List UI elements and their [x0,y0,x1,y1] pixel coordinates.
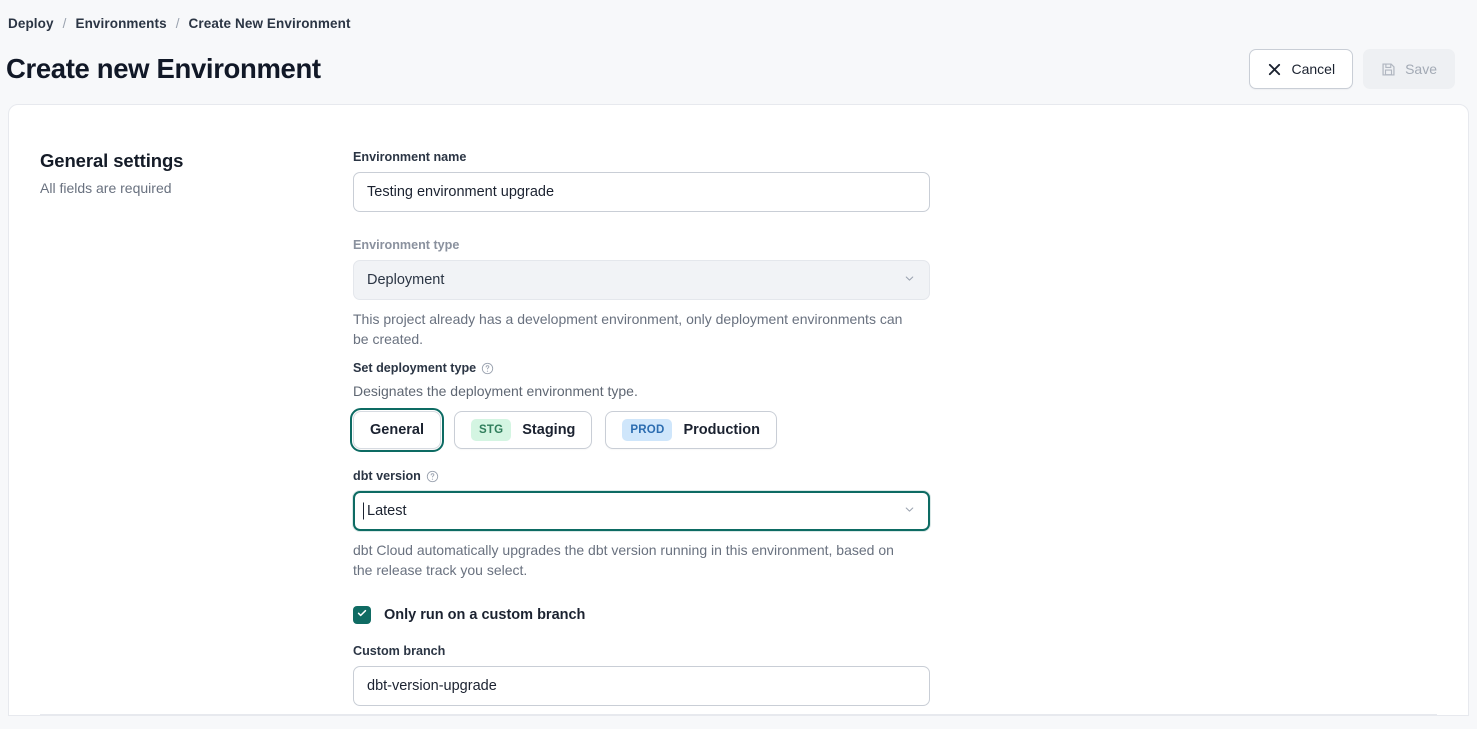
production-badge: PROD [622,419,672,441]
breadcrumb-item-environments[interactable]: Environments [75,15,166,33]
deployment-type-option-general[interactable]: General [353,411,441,449]
save-button[interactable]: Save [1363,49,1455,89]
custom-branch-checkbox[interactable] [353,606,371,624]
custom-branch-checkbox-label[interactable]: Only run on a custom branch [384,607,585,623]
deployment-type-option-production[interactable]: PROD Production [605,411,777,449]
deployment-type-option-staging[interactable]: STG Staging [454,411,592,449]
deployment-type-options: General STG Staging PROD Production [353,411,930,449]
section-title: General settings [40,150,353,172]
environment-type-helper: This project already has a development e… [353,309,913,349]
chevron-down-icon [903,503,916,520]
breadcrumb-separator: / [176,15,180,33]
general-settings-card: General settings All fields are required… [8,104,1469,716]
save-disk-icon [1381,62,1396,77]
checkmark-icon [356,606,368,624]
custom-branch-toggle[interactable]: Only run on a custom branch [353,606,930,624]
environment-type-label: Environment type [353,238,930,252]
dbt-version-value: Latest [367,503,407,519]
breadcrumb-item-current: Create New Environment [189,15,351,33]
cancel-button-label: Cancel [1291,61,1335,77]
dbt-version-label: dbt version [353,469,930,483]
deployment-type-option-production-label: Production [683,422,760,438]
environment-type-value: Deployment [367,272,444,288]
deployment-type-option-general-label: General [370,422,424,438]
field-environment-type: Environment type Deployment This project… [353,238,930,349]
help-circle-icon[interactable] [481,362,494,375]
page-header: Create new Environment Cancel Save [0,33,1477,95]
section-description: General settings All fields are required [9,150,353,706]
custom-branch-input[interactable] [353,666,930,706]
dbt-version-helper: dbt Cloud automatically upgrades the dbt… [353,540,913,580]
dbt-version-label-text: dbt version [353,469,421,483]
help-circle-icon[interactable] [426,470,439,483]
field-custom-branch: Custom branch [353,644,930,706]
dbt-version-select[interactable]: Latest [353,491,930,531]
close-icon [1267,62,1282,77]
breadcrumb: Deploy / Environments / Create New Envir… [0,0,1477,33]
custom-branch-label: Custom branch [353,644,930,658]
card-divider [40,714,1437,715]
environment-type-select[interactable]: Deployment [353,260,930,300]
field-dbt-version: dbt version Latest [353,469,930,580]
environment-name-label: Environment name [353,150,930,164]
general-settings-form: Environment name Environment type Deploy… [353,150,930,706]
section-subtitle: All fields are required [40,180,353,196]
header-actions: Cancel Save [1249,49,1455,89]
deployment-type-option-staging-label: Staging [522,422,575,438]
staging-badge: STG [471,419,511,441]
field-deployment-type: Set deployment type Designates the deplo… [353,361,930,449]
save-button-label: Save [1405,61,1437,77]
deployment-type-label: Set deployment type [353,361,930,375]
breadcrumb-item-deploy[interactable]: Deploy [8,15,54,33]
deployment-type-hint: Designates the deployment environment ty… [353,383,930,399]
breadcrumb-separator: / [63,15,67,33]
page-title: Create new Environment [6,53,321,85]
deployment-type-label-text: Set deployment type [353,361,476,375]
chevron-down-icon [903,272,916,289]
field-environment-name: Environment name [353,150,930,212]
cancel-button[interactable]: Cancel [1249,49,1353,89]
environment-name-input[interactable] [353,172,930,212]
